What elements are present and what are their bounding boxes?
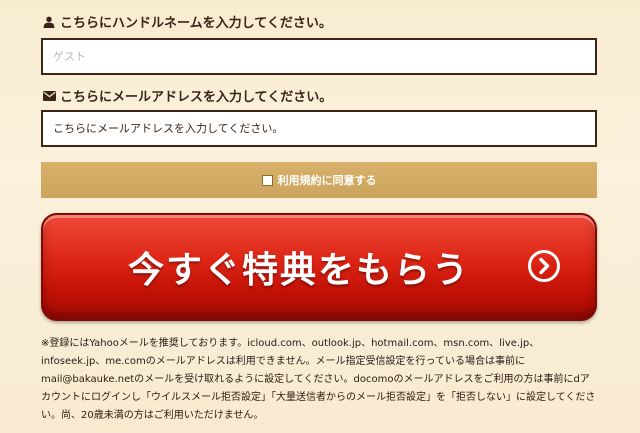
chevron-right-circle-icon — [528, 250, 560, 282]
claim-bonus-button-label: 今すぐ特典をもらう — [127, 249, 470, 291]
claim-bonus-button[interactable]: 今すぐ特典をもらう — [41, 213, 597, 321]
terms-agreement-bar[interactable]: 利用規約に同意する — [41, 162, 597, 198]
handle-name-label: こちらにハンドルネームを入力してください。 — [42, 12, 332, 31]
terms-checkbox[interactable] — [261, 174, 273, 186]
registration-notice: ※登録にはYahooメールを推奨しております。icloud.com、outloo… — [41, 338, 596, 421]
email-input[interactable] — [41, 110, 597, 147]
envelope-icon — [42, 89, 56, 103]
handle-name-label-text: こちらにハンドルネームを入力してください。 — [60, 16, 332, 31]
terms-label: 利用規約に同意する — [277, 174, 377, 187]
user-icon — [42, 15, 56, 29]
email-label: こちらにメールアドレスを入力してください。 — [42, 86, 332, 105]
email-label-text: こちらにメールアドレスを入力してください。 — [60, 90, 333, 105]
handle-name-input[interactable] — [41, 38, 597, 75]
